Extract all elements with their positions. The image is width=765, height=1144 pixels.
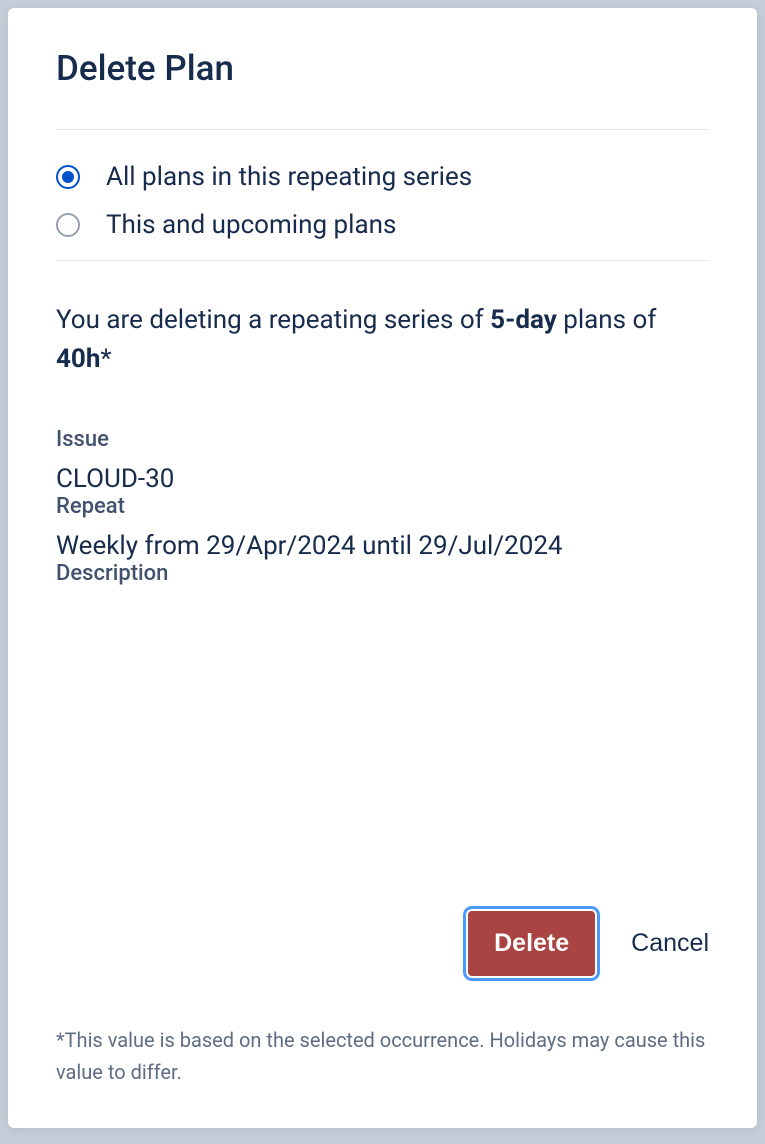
repeat-value: Weekly from 29/Apr/2024 until 29/Jul/202… [56,531,709,561]
footnote: *This value is based on the selected occ… [56,1024,709,1088]
cancel-button[interactable]: Cancel [631,911,709,976]
summary-prefix: You are deleting a repeating series of [56,305,490,335]
summary-mid: plans of [557,305,657,335]
dialog-buttons: Delete Cancel [56,911,709,976]
delete-summary: You are deleting a repeating series of 5… [56,301,709,379]
delete-plan-dialog: Delete Plan All plans in this repeating … [8,8,757,1128]
field-repeat: Repeat Weekly from 29/Apr/2024 until 29/… [56,494,709,561]
dialog-content: All plans in this repeating series This … [56,162,709,871]
delete-button[interactable]: Delete [468,911,595,976]
repeat-label: Repeat [56,494,709,519]
radio-icon [56,213,80,237]
field-issue: Issue CLOUD-30 [56,427,709,494]
description-label: Description [56,561,709,586]
radio-icon [56,165,80,189]
summary-suffix: * [100,344,111,374]
divider-top [56,129,709,130]
radio-label-upcoming: This and upcoming plans [106,210,396,240]
issue-value: CLOUD-30 [56,464,709,494]
summary-hours: 40h [56,344,100,374]
radio-option-all-series[interactable]: All plans in this repeating series [56,162,709,192]
field-description: Description [56,561,709,586]
radio-label-all: All plans in this repeating series [106,162,472,192]
issue-label: Issue [56,427,709,452]
scope-radio-group: All plans in this repeating series This … [56,162,709,240]
radio-option-upcoming[interactable]: This and upcoming plans [56,210,709,240]
divider-mid [56,260,709,261]
dialog-title: Delete Plan [56,48,709,89]
summary-duration: 5-day [490,305,557,335]
